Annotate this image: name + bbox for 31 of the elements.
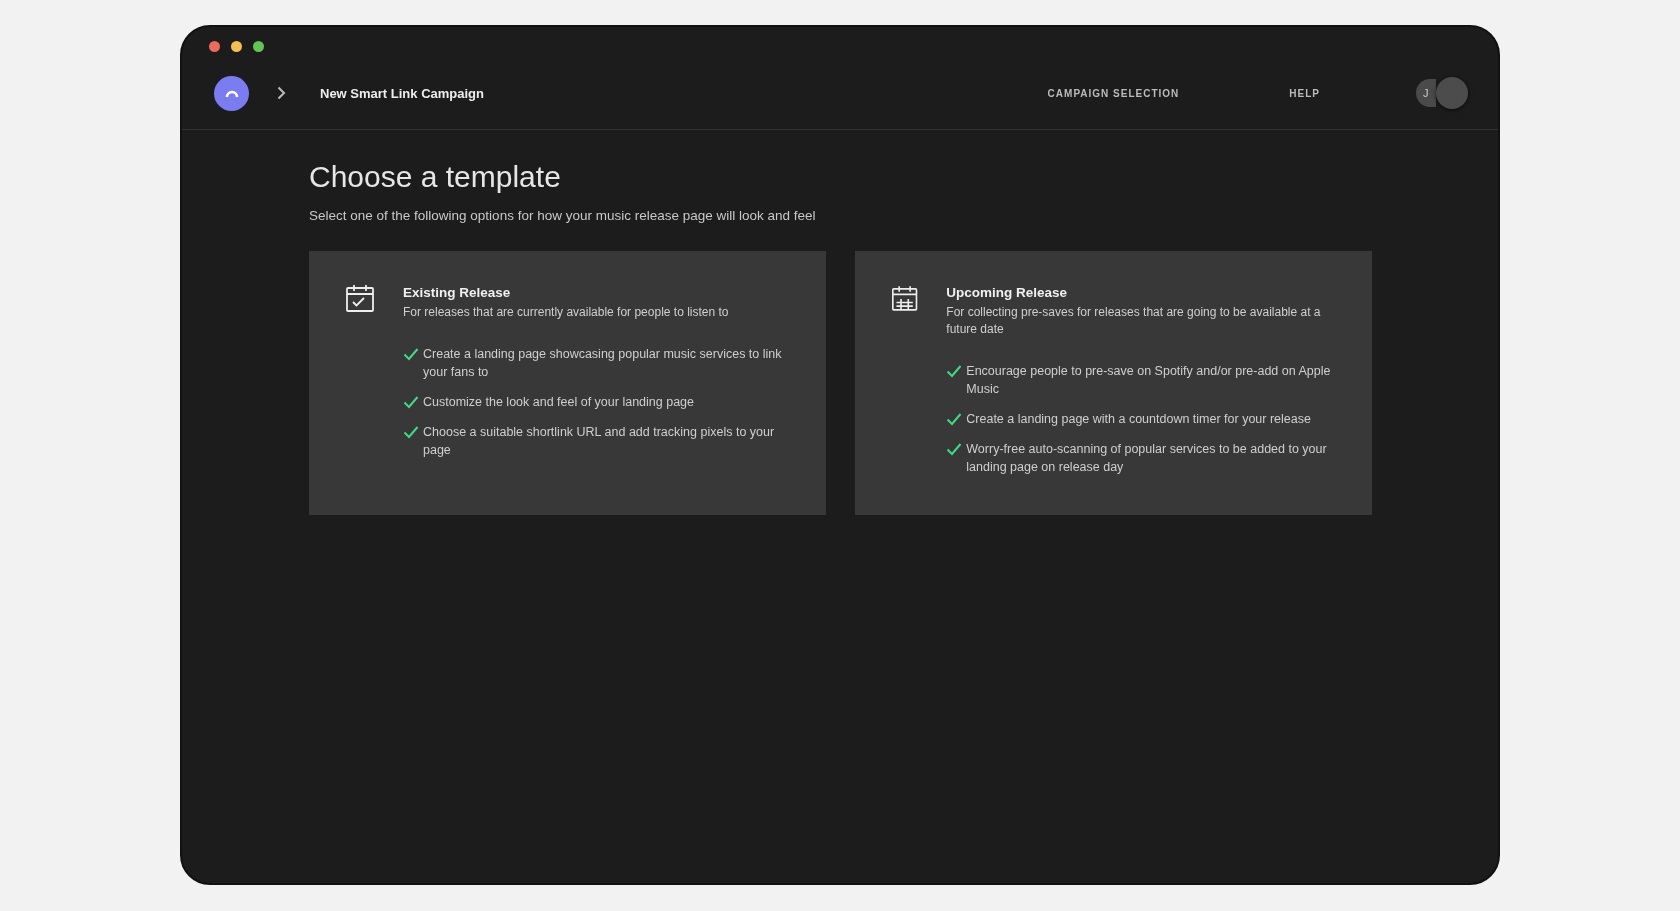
template-description: For collecting pre-saves for releases that are going to be available at a future date <box>946 304 1322 338</box>
app-logo[interactable] <box>214 75 249 111</box>
page-subtitle: Select one of the following options for how your music release page will look and feel <box>309 208 817 223</box>
campaign-title: New Smart Link Campaign <box>320 85 484 101</box>
check-icon <box>403 395 419 409</box>
template-card[interactable] <box>309 251 826 515</box>
window-control-button[interactable] <box>253 41 264 52</box>
feature-text: Create a landing page with a countdown timer for your release <box>966 411 1311 428</box>
chevron-right-icon <box>277 86 286 100</box>
check-icon <box>946 364 963 378</box>
template-title: Upcoming Release <box>946 285 1069 300</box>
template-title: Existing Release <box>403 285 512 300</box>
check-icon <box>946 442 963 456</box>
nav-link[interactable]: HELP <box>1289 87 1320 99</box>
page-heading: Choose a template <box>309 160 562 194</box>
feature-text: Choose a suitable shortlink URL and add tracking pixels to your page <box>423 424 776 459</box>
calendar-check-icon <box>345 283 375 313</box>
window-control-button[interactable] <box>209 41 220 52</box>
window-control-button[interactable] <box>231 41 242 52</box>
calendar-grid-icon <box>891 283 919 313</box>
check-icon <box>403 347 419 361</box>
check-icon <box>946 412 963 426</box>
feature-text: Customize the look and feel of your landing page <box>423 394 694 411</box>
feature-text: Encourage people to pre-save on Spotify and/or pre-add on Apple Music <box>966 363 1332 398</box>
template-card[interactable] <box>855 251 1372 515</box>
feature-text: Worry-free auto-scanning of popular services to be added to your landing page on release day <box>966 441 1328 476</box>
template-description: For releases that are currently available for people to listen to <box>403 304 730 321</box>
check-icon <box>403 425 419 439</box>
nav-link[interactable]: CAMPAIGN SELECTION <box>1047 87 1180 99</box>
feature-text: Create a landing page showcasing popular music services to link your fans to <box>423 346 783 381</box>
user-avatar[interactable]: J <box>1416 79 1436 107</box>
